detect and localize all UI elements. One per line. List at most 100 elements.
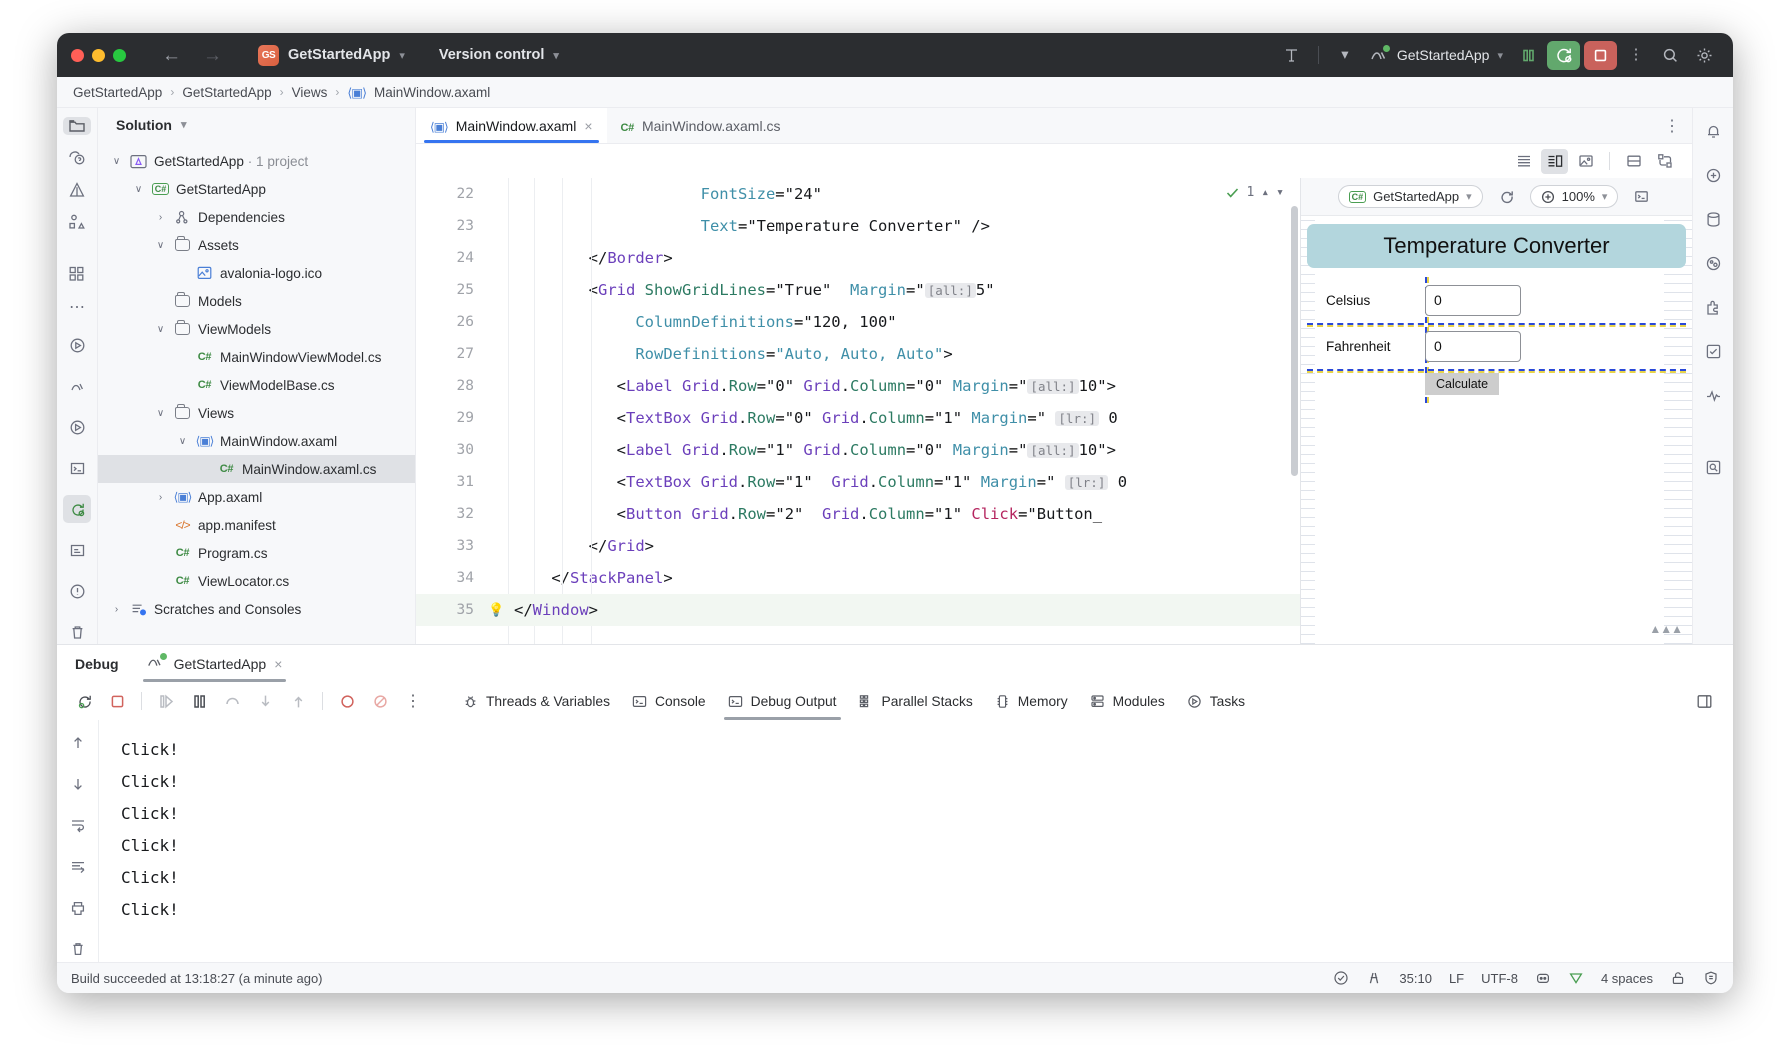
tree-item-app-manifest[interactable]: </>app.manifest	[98, 511, 415, 539]
code-line[interactable]: 29 <TextBox Grid.Row="0" Grid.Column="1"…	[416, 402, 1300, 434]
unit-tests-right-icon[interactable]	[1699, 337, 1727, 365]
debug-tab-debug-output[interactable]: Debug Output	[718, 683, 847, 720]
build-dropdown-icon[interactable]: ▾	[1330, 40, 1360, 70]
search-icon[interactable]	[1655, 40, 1685, 70]
debug-tab-tasks[interactable]: Tasks	[1177, 683, 1255, 720]
trash-icon[interactable]	[63, 618, 91, 646]
expand-arrow-icon[interactable]: ›	[110, 604, 123, 615]
tree-item-mainwindow-axaml[interactable]: ∨⟨▣⟩MainWindow.axaml	[98, 427, 415, 455]
code-line[interactable]: 30 <Label Grid.Row="1" Grid.Column="0" M…	[416, 434, 1300, 466]
step-into-icon[interactable]	[250, 687, 280, 715]
code-lines[interactable]: 22 FontSize="24"23 Text="Temperature Con…	[416, 178, 1300, 626]
build-hammer-icon[interactable]	[1277, 40, 1307, 70]
solution-tree[interactable]: ∨GetStartedApp · 1 project∨C#GetStartedA…	[98, 141, 415, 623]
nuget-icon[interactable]	[1699, 249, 1727, 277]
tree-item-app-axaml[interactable]: ›⟨▣⟩App.axaml	[98, 483, 415, 511]
more-options-icon[interactable]: ⋮	[1621, 40, 1651, 70]
debug-layout-settings[interactable]	[1689, 687, 1733, 715]
line-separator[interactable]: LF	[1449, 971, 1464, 986]
debug-tab-threads-variables[interactable]: Threads & Variables	[453, 683, 620, 720]
code-line[interactable]: 28 <Label Grid.Row="0" Grid.Column="0" M…	[416, 370, 1300, 402]
scroll-down-icon[interactable]	[63, 771, 93, 796]
inspection-filter-icon[interactable]	[1568, 970, 1584, 986]
tree-item-viewlocator-cs[interactable]: C#ViewLocator.cs	[98, 567, 415, 595]
structure-icon[interactable]	[63, 213, 91, 231]
step-out-icon[interactable]	[283, 687, 313, 715]
breadcrumb-item-2[interactable]: Views	[292, 85, 328, 100]
minimize-window-button[interactable]	[92, 49, 105, 62]
nuget-packages-icon[interactable]	[63, 265, 91, 283]
print-icon[interactable]	[63, 895, 93, 920]
stop-icon[interactable]	[102, 687, 132, 715]
run-configuration-selector[interactable]: GetStartedApp ▾	[1364, 46, 1509, 65]
code-line[interactable]: 32 <Button Grid.Row="2" Grid.Column="1" …	[416, 498, 1300, 530]
fahrenheit-input[interactable]: 0	[1425, 331, 1521, 362]
code-line[interactable]: 26 ColumnDefinitions="120, 100"	[416, 306, 1300, 338]
vcs-branch-icon[interactable]	[1366, 970, 1382, 986]
preview-zoom-selector[interactable]: 100% ▾	[1530, 185, 1619, 208]
debug-tab-modules[interactable]: Modules	[1080, 683, 1175, 720]
breadcrumb-item-1[interactable]: GetStartedApp	[182, 85, 271, 100]
editor-tab-mainwindow-axaml[interactable]: ⟨▣⟩MainWindow.axaml×	[416, 108, 607, 143]
breadcrumb-item-3[interactable]: MainWindow.axaml	[374, 85, 490, 100]
collapse-arrow-icon[interactable]: ∨	[154, 324, 167, 335]
inspections-ok-icon[interactable]	[1333, 970, 1349, 986]
tree-item-mainwindowviewmodel-cs[interactable]: C#MainWindowViewModel.cs	[98, 343, 415, 371]
tree-item-program-cs[interactable]: C#Program.cs	[98, 539, 415, 567]
intention-bulb-icon[interactable]: 💡	[488, 603, 504, 618]
unit-tests-icon[interactable]	[63, 372, 91, 400]
caret-position[interactable]: 35:10	[1399, 971, 1432, 986]
version-control-menu[interactable]: Version control ▾	[439, 47, 559, 63]
code-line[interactable]: 25 <Grid ShowGridLines="True" Margin="[a…	[416, 274, 1300, 306]
rerun-debug-button[interactable]	[1547, 41, 1580, 70]
close-icon[interactable]: ×	[274, 656, 282, 672]
profiler-icon[interactable]	[1699, 381, 1727, 409]
tree-item-assets[interactable]: ∨Assets	[98, 231, 415, 259]
previous-problem-icon[interactable]: ▴	[1261, 185, 1269, 200]
code-editor[interactable]: 22 FontSize="24"23 Text="Temperature Con…	[416, 178, 1300, 644]
collapse-arrow-icon[interactable]: ∨	[176, 436, 189, 447]
tree-item-viewmodels[interactable]: ∨ViewModels	[98, 315, 415, 343]
code-line[interactable]: 34 </StackPanel>	[416, 562, 1300, 594]
code-line[interactable]: 35💡</Window>	[416, 594, 1300, 626]
debug-tab-console[interactable]: Console	[622, 683, 716, 720]
window-controls[interactable]	[71, 49, 126, 62]
build-status-message[interactable]: Build succeeded at 13:18:27 (a minute ag…	[71, 971, 323, 986]
scroll-to-end-icon[interactable]	[63, 854, 93, 879]
commit-icon[interactable]	[63, 536, 91, 564]
more-tools-icon[interactable]: ⋯	[63, 297, 91, 317]
chevron-down-icon[interactable]: ▾	[181, 118, 187, 131]
code-view-icon[interactable]	[1510, 149, 1537, 174]
code-line[interactable]: 24 </Border>	[416, 242, 1300, 274]
mute-breakpoints-icon[interactable]	[365, 687, 395, 715]
debug-output-tabs[interactable]: Threads & VariablesConsoleDebug OutputPa…	[453, 683, 1255, 720]
tree-item-models[interactable]: Models	[98, 287, 415, 315]
step-over-icon[interactable]	[217, 687, 247, 715]
breadcrumb-item-0[interactable]: GetStartedApp	[73, 85, 162, 100]
file-lock-icon[interactable]	[1670, 970, 1686, 986]
terminal-icon[interactable]	[63, 454, 91, 482]
ai-assistant-icon[interactable]	[63, 149, 91, 167]
inspection-widget[interactable]: 1 ▴ ▾	[1225, 185, 1284, 200]
run-tool-icon[interactable]	[63, 331, 91, 359]
expand-arrow-icon[interactable]: ›	[154, 212, 167, 223]
collapse-arrow-icon[interactable]: ∨	[154, 408, 167, 419]
close-icon[interactable]: ×	[584, 118, 592, 134]
tree-item-avalonia-logo-ico[interactable]: avalonia-logo.ico	[98, 259, 415, 287]
file-encoding[interactable]: UTF-8	[1481, 971, 1518, 986]
expand-arrow-icon[interactable]: ›	[154, 492, 167, 503]
celsius-input[interactable]: 0	[1425, 285, 1521, 316]
refresh-preview-icon[interactable]	[1493, 184, 1520, 209]
run-panel-icon[interactable]	[63, 413, 91, 441]
calculate-button[interactable]: Calculate	[1425, 373, 1499, 395]
tree-item-dependencies[interactable]: ›Dependencies	[98, 203, 415, 231]
rerun-icon[interactable]	[69, 687, 99, 715]
notifications-icon[interactable]	[1699, 117, 1727, 145]
indent-setting[interactable]: 4 spaces	[1601, 971, 1653, 986]
code-line[interactable]: 23 Text="Temperature Converter" />	[416, 210, 1300, 242]
code-line[interactable]: 22 FontSize="24"	[416, 178, 1300, 210]
database-icon[interactable]	[1699, 205, 1727, 233]
soft-wrap-icon[interactable]	[63, 813, 93, 838]
search-everywhere-icon[interactable]	[1699, 453, 1727, 481]
preview-only-icon[interactable]	[1572, 149, 1599, 174]
